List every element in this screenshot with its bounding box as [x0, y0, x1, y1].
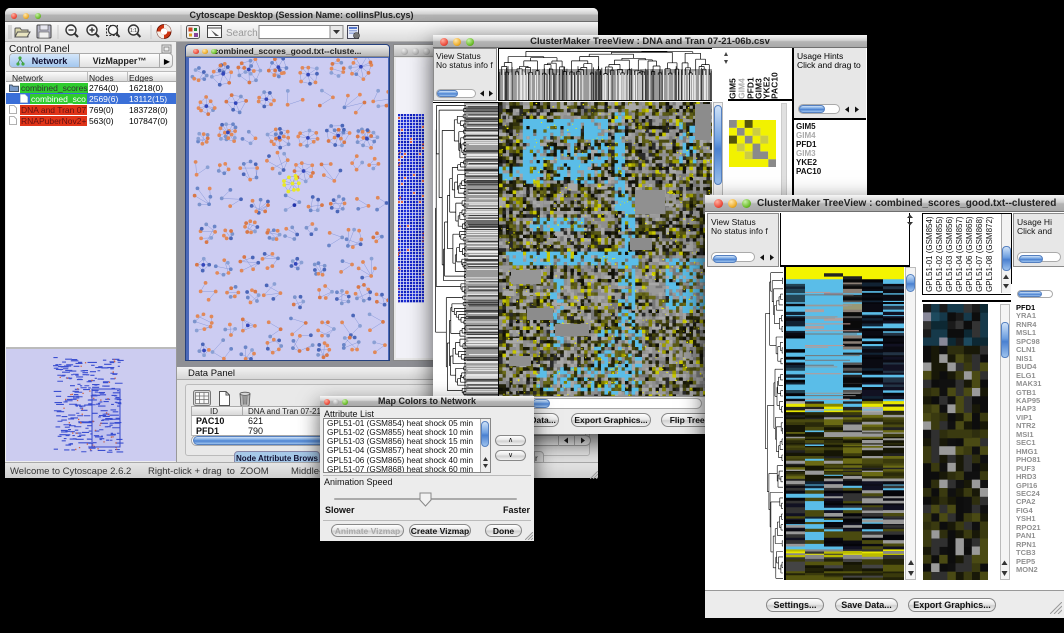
svg-text:GPL51-06 (GSM865): GPL51-06 (GSM865)	[965, 216, 974, 292]
svg-text:GPL51-04 (GSM857): GPL51-04 (GSM857)	[955, 216, 964, 292]
svg-text:GPL51-01 (GSM854): GPL51-01 (GSM854)	[925, 216, 934, 292]
svg-text:1:1: 1:1	[130, 28, 137, 34]
svg-text:GPL51-03 (GSM856): GPL51-03 (GSM856)	[945, 216, 954, 292]
svg-text:Search:: Search:	[226, 28, 260, 39]
svg-text:GPL51-07 (GSM868): GPL51-07 (GSM868)	[975, 216, 984, 292]
svg-text:GPL51-02 (GSM855): GPL51-02 (GSM855)	[935, 216, 944, 292]
svg-text:GPL51-08 (GSM872): GPL51-08 (GSM872)	[985, 216, 994, 292]
svg-text:PAC10: PAC10	[770, 72, 780, 99]
